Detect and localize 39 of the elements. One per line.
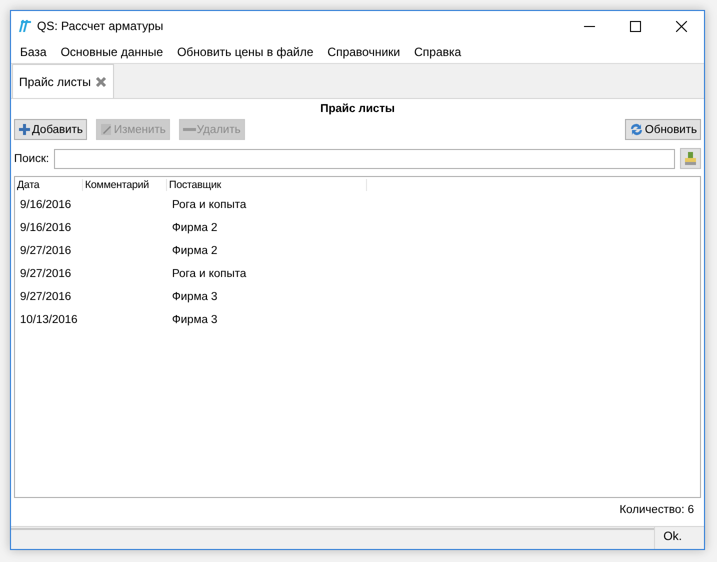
refresh-icon (628, 122, 644, 137)
column-header[interactable]: Дата (15, 179, 83, 191)
table-cell-text: 9/27/2016 (19, 268, 72, 280)
menu-item[interactable]: Основные данные (54, 45, 170, 59)
column-header[interactable]: Поставщик (167, 179, 367, 191)
table-cell-text: Фирма 3 (171, 290, 218, 302)
menu-item[interactable]: Обновить цены в файле (170, 45, 320, 59)
column-header[interactable]: Комментарий (83, 179, 167, 191)
table-cell-text: 9/27/2016 (19, 290, 72, 302)
menu-item[interactable]: Справочники (320, 45, 408, 59)
brush-icon (684, 151, 697, 166)
panel-title: Прайс листы (319, 103, 396, 115)
clear-button[interactable] (680, 148, 701, 169)
table-cell-text: 9/27/2016 (19, 244, 72, 256)
menu-item[interactable]: Справка (407, 45, 468, 59)
search-label: Поиск: (14, 152, 50, 164)
table-cell-text: Фирма 2 (171, 244, 218, 256)
table-cell-text: Рога и копыта (171, 198, 248, 210)
table-cell-text: Фирма 3 (171, 314, 218, 326)
maximize-icon (630, 20, 640, 32)
toolbar-button[interactable]: Добавить (14, 119, 87, 140)
row-count: Количество: 6 (619, 504, 694, 516)
table-cell-text: Рога и копыта (171, 268, 248, 280)
refresh-button[interactable]: Обновить (624, 119, 701, 140)
plus-icon (18, 123, 31, 136)
window-title: QS: Рассчет арматуры (37, 19, 164, 33)
close-icon[interactable] (94, 76, 107, 88)
table-cell-text: Фирма 2 (171, 222, 218, 234)
table-cell-text: 9/16/2016 (19, 222, 72, 234)
table-cell-text: 10/13/2016 (19, 314, 79, 326)
minus-icon (182, 127, 196, 132)
menu-item[interactable]: База (13, 45, 54, 59)
close-icon (676, 20, 686, 32)
tab[interactable]: Прайс листы (12, 64, 114, 98)
app-logo-icon (17, 19, 31, 33)
status-text: Ok. (654, 527, 704, 549)
table-cell-text: 9/16/2016 (19, 198, 72, 210)
pencil-icon (100, 123, 113, 136)
search-field[interactable] (54, 148, 675, 168)
